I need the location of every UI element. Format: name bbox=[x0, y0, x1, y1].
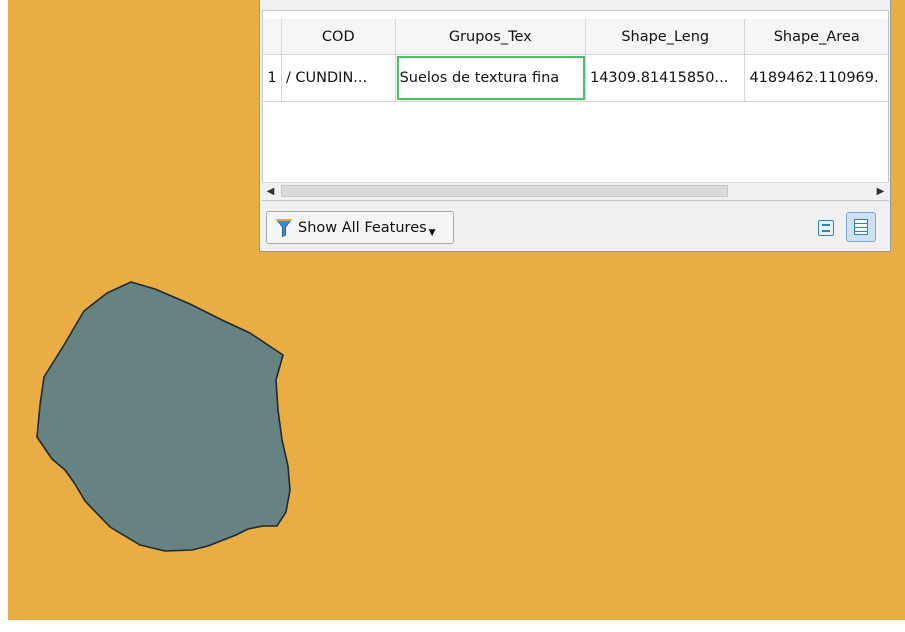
row-index[interactable]: 1 bbox=[263, 55, 282, 101]
column-header-shape-leng[interactable]: Shape_Leng bbox=[586, 19, 746, 54]
table-header: COD Grupos_Tex Shape_Leng Shape_Area bbox=[263, 19, 888, 55]
column-header-shape-area[interactable]: Shape_Area bbox=[745, 19, 888, 54]
chevron-down-icon: ▼ bbox=[428, 227, 436, 238]
column-header-cod[interactable]: COD bbox=[282, 19, 396, 54]
cell-shape-leng[interactable]: 14309.81415850... bbox=[586, 55, 746, 101]
scroll-right-icon[interactable]: ▶ bbox=[872, 183, 889, 200]
filter-icon bbox=[276, 218, 292, 238]
cell-shape-area[interactable]: 4189462.110969. bbox=[745, 55, 888, 101]
cell-cod[interactable]: / CUNDIN... bbox=[282, 55, 396, 101]
show-all-features-button[interactable]: Show All Features ▼ bbox=[266, 211, 454, 244]
form-view-icon[interactable] bbox=[818, 220, 834, 236]
table-row[interactable]: 1 / CUNDIN... Suelos de textura fina 143… bbox=[263, 55, 888, 102]
scrollbar-thumb[interactable] bbox=[281, 185, 728, 197]
table-view-icon bbox=[854, 219, 868, 235]
column-header-grupos-tex[interactable]: Grupos_Tex bbox=[396, 19, 586, 54]
show-all-features-label: Show All Features bbox=[298, 219, 427, 236]
attribute-table: COD Grupos_Tex Shape_Leng Shape_Area 1 /… bbox=[262, 10, 889, 198]
cell-grupos-tex[interactable]: Suelos de textura fina bbox=[396, 55, 586, 101]
row-index-header[interactable] bbox=[263, 19, 282, 54]
scroll-left-icon[interactable]: ◀ bbox=[262, 183, 279, 200]
horizontal-scrollbar[interactable]: ◀ ▶ bbox=[262, 182, 889, 201]
table-view-button[interactable] bbox=[846, 212, 876, 242]
attribute-table-window: COD Grupos_Tex Shape_Leng Shape_Area 1 /… bbox=[259, 0, 891, 252]
